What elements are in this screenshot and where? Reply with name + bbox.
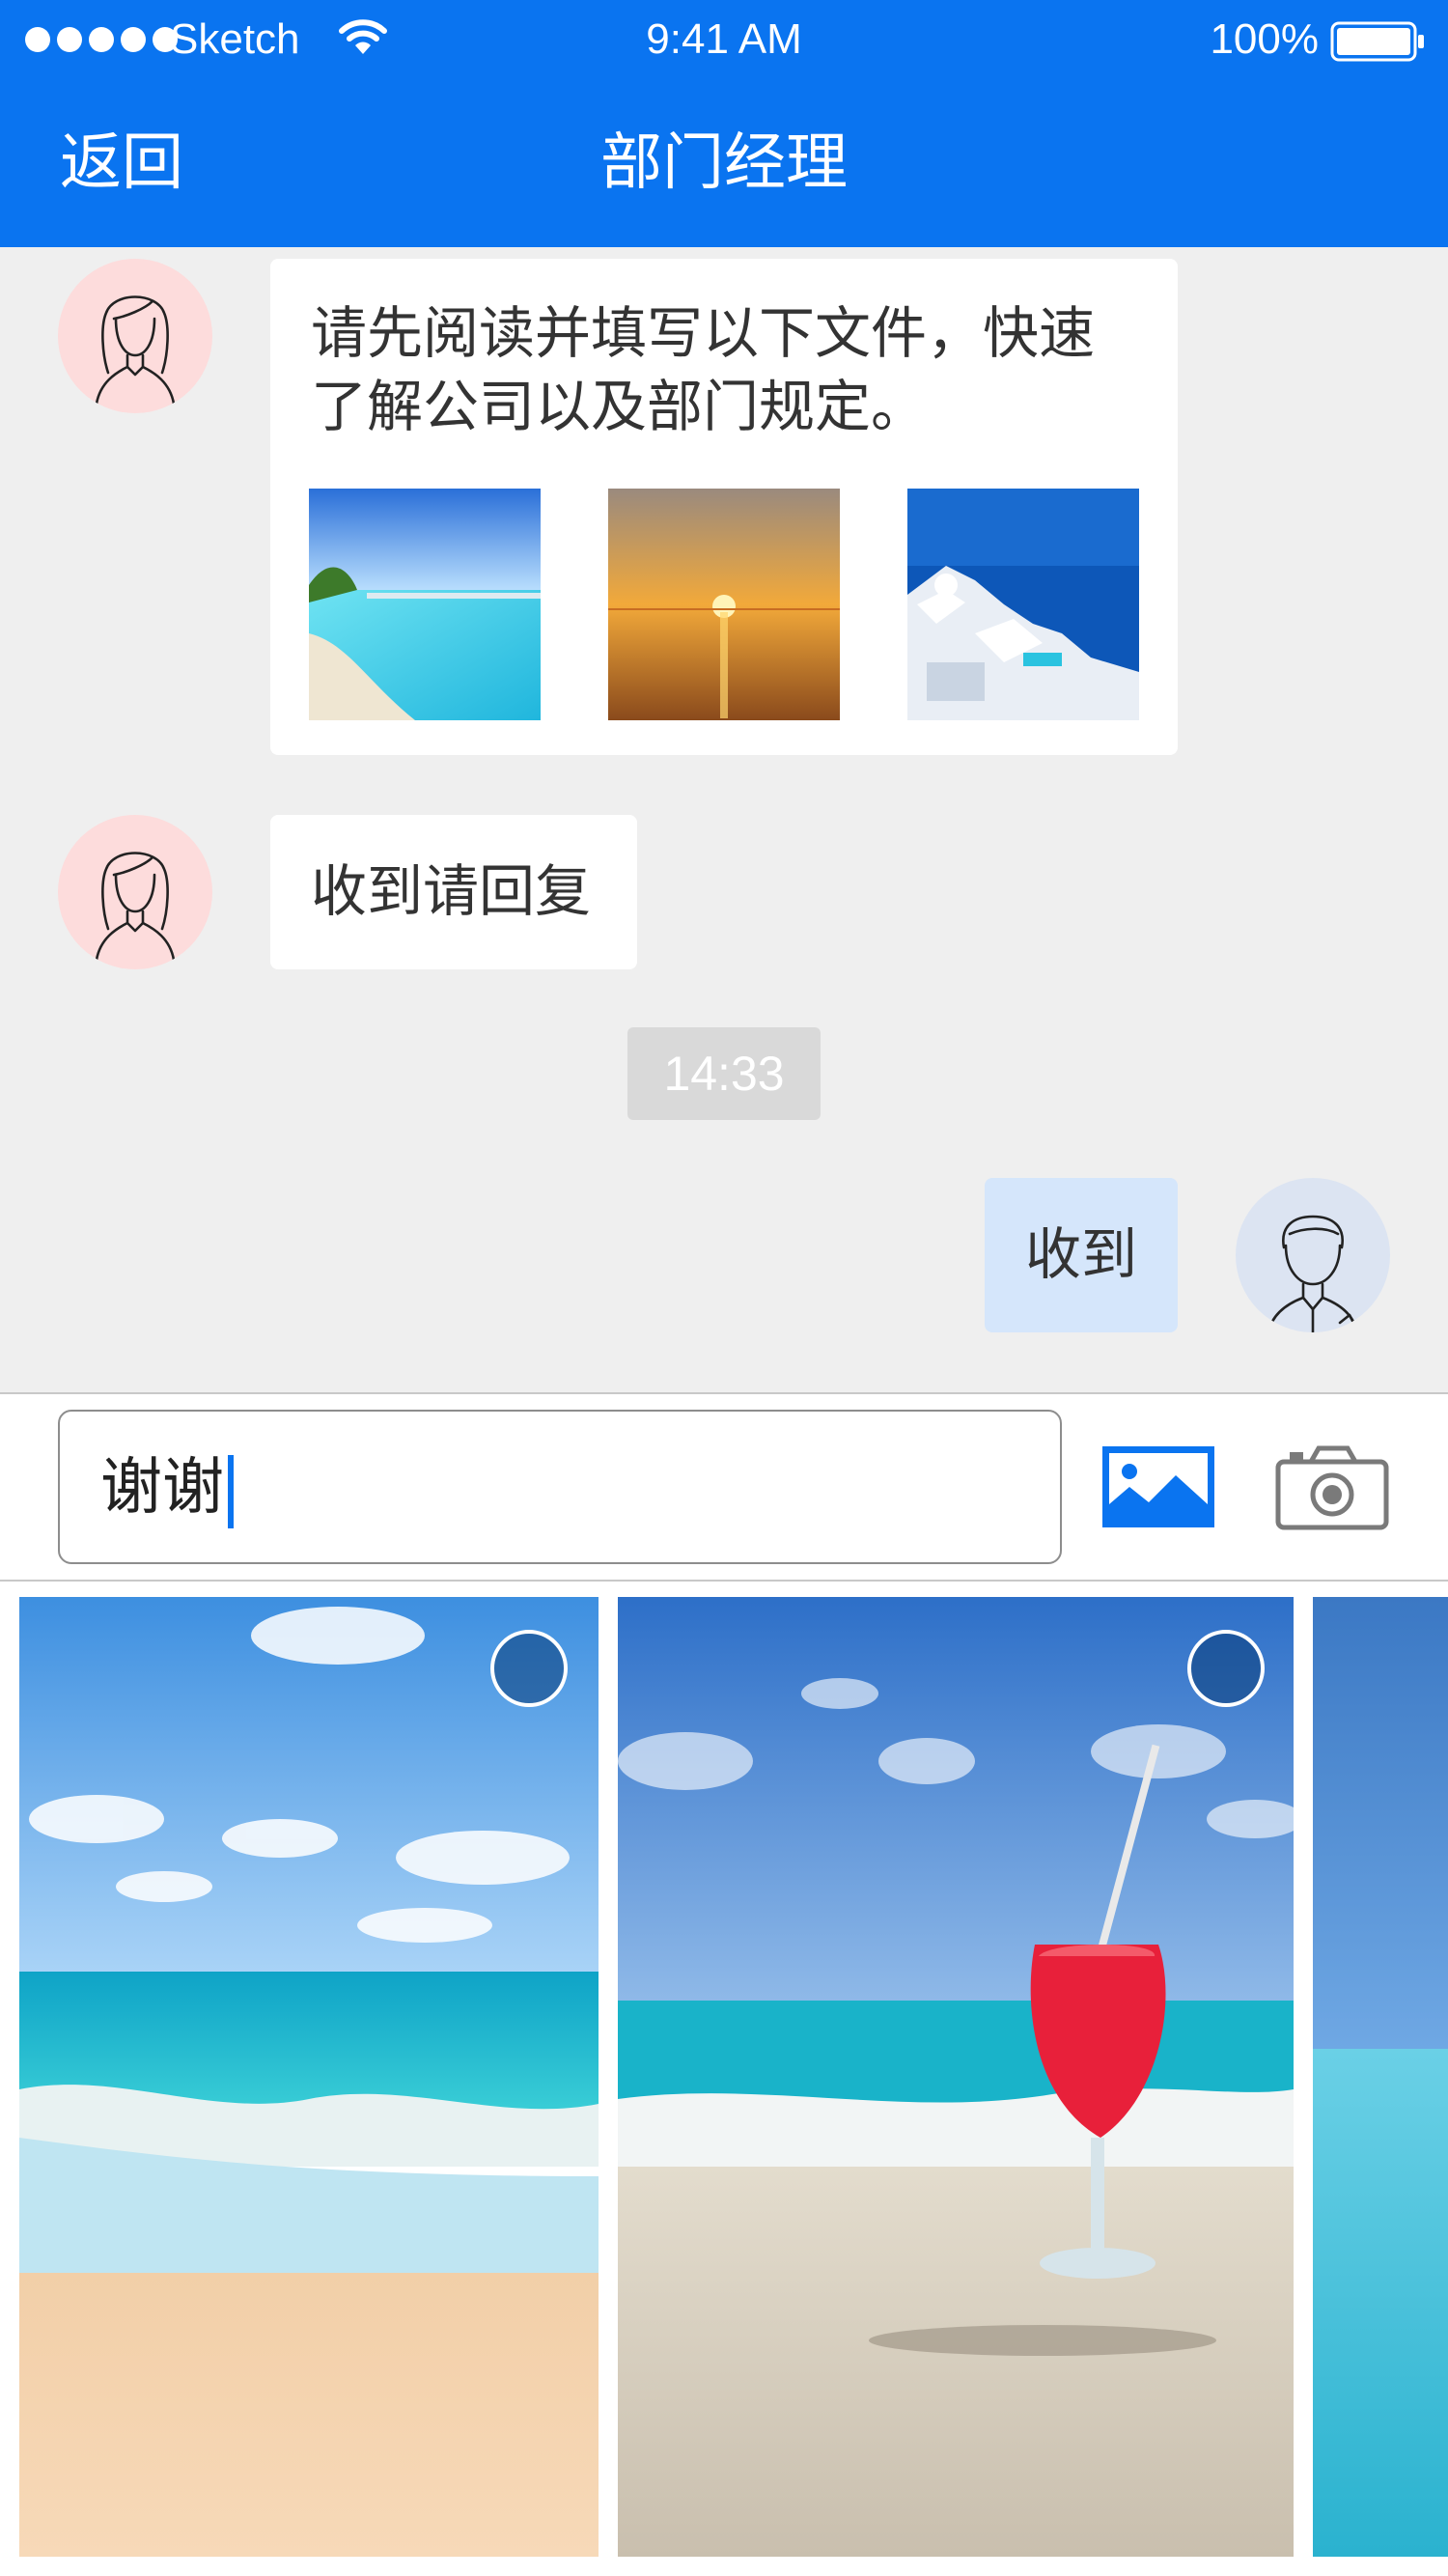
select-photo-checkbox[interactable]	[1187, 1630, 1265, 1707]
message-text: 收到请回复	[311, 860, 592, 923]
image-icon[interactable]	[1100, 1444, 1216, 1529]
message-bubble-reply-request[interactable]: 收到请回复	[270, 815, 637, 969]
text-cursor	[228, 1455, 234, 1529]
my-message-bubble[interactable]: 收到	[985, 1178, 1178, 1332]
message-timestamp: 14:33	[627, 1027, 821, 1120]
message-input[interactable]: 谢谢	[58, 1410, 1062, 1564]
select-photo-checkbox[interactable]	[490, 1630, 568, 1707]
message-text: 请先阅读并填写以下文件，快速了解公司以及部门规定。	[311, 302, 1096, 438]
message-text: 收到	[1025, 1223, 1138, 1286]
message-bubble-files[interactable]: 请先阅读并填写以下文件，快速了解公司以及部门规定。	[270, 259, 1178, 755]
female-avatar-icon[interactable]	[58, 815, 212, 969]
chat-area[interactable]: 请先阅读并填写以下文件，快速了解公司以及部门规定。 收到请回复 14:33 收到	[0, 247, 1448, 1392]
santorini-photo[interactable]	[907, 489, 1139, 720]
sunset-photo[interactable]	[608, 489, 840, 720]
camera-icon[interactable]	[1274, 1442, 1390, 1531]
message-composer: 谢谢	[0, 1392, 1448, 1582]
message-input-value: 谢谢	[100, 1452, 224, 1522]
beach-photo[interactable]	[309, 489, 541, 720]
attachment-thumbnails	[309, 489, 1139, 720]
page-title: 部门经理	[600, 127, 848, 197]
male-avatar-icon[interactable]	[1236, 1178, 1390, 1332]
top-bar: Sketch 9:41 AM 100% 返回 部门经理	[0, 0, 1448, 247]
female-avatar-icon[interactable]	[58, 259, 212, 413]
beach-waves-photo[interactable]	[19, 1597, 599, 2557]
photo-picker[interactable]	[0, 1582, 1448, 2576]
turquoise-sea-photo[interactable]	[1313, 1597, 1448, 2557]
red-drink-beach-photo[interactable]	[618, 1597, 1294, 2557]
battery-percentage: 100%	[1210, 15, 1319, 63]
status-bar: Sketch 9:41 AM 100%	[0, 0, 1448, 83]
battery-icon	[1330, 21, 1427, 62]
